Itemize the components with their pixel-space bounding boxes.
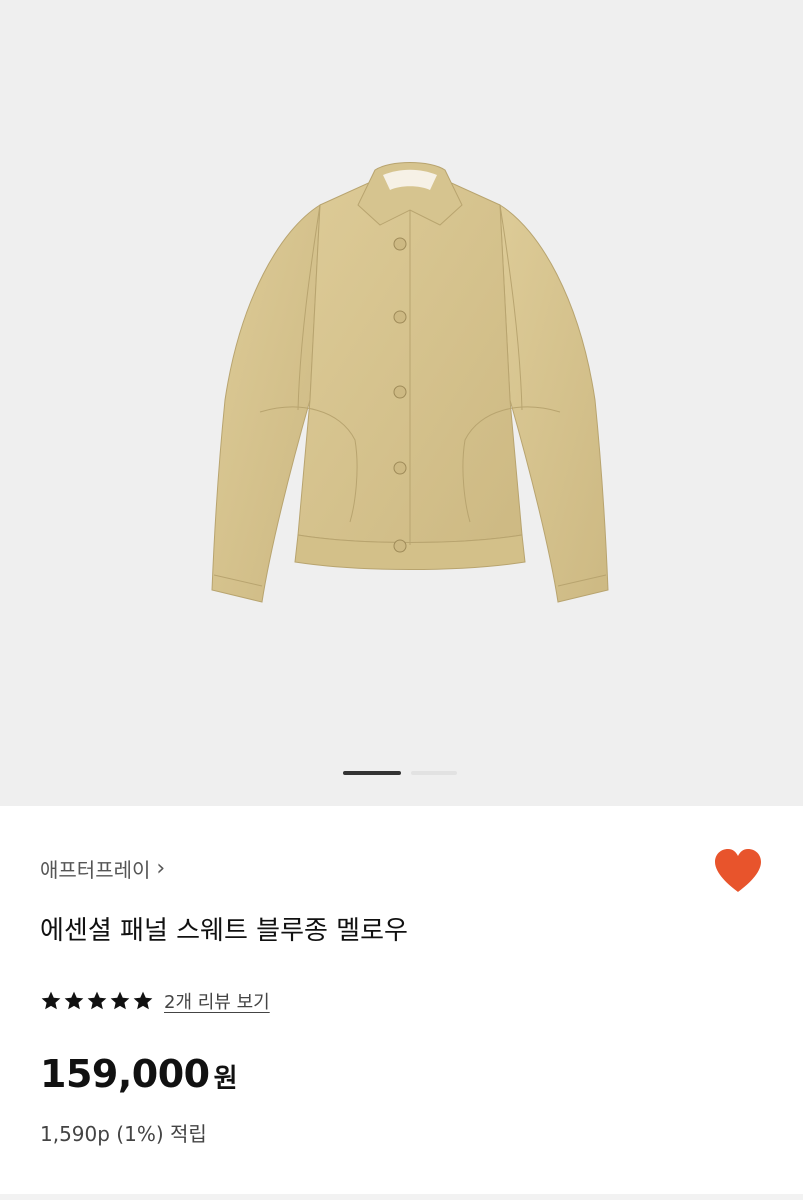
price-unit: 원 bbox=[213, 1064, 238, 1094]
price-amount: 159,000 bbox=[40, 1052, 210, 1096]
section-divider bbox=[0, 1194, 803, 1200]
review-link[interactable]: 2개 리뷰 보기 bbox=[164, 988, 270, 1014]
star-icon bbox=[133, 991, 153, 1010]
reward-points: 1,590p (1%) 적립 bbox=[40, 1122, 207, 1146]
gallery-pager bbox=[343, 771, 457, 775]
pager-dot-active[interactable] bbox=[343, 771, 401, 775]
brand-link[interactable]: 애프터프레이 › bbox=[40, 854, 165, 883]
product-image-gallery[interactable] bbox=[0, 0, 803, 806]
star-icon bbox=[64, 991, 84, 1010]
pager-dot[interactable] bbox=[411, 771, 457, 775]
product-title: 에센셜 패널 스웨트 블루종 멜로우 bbox=[40, 916, 408, 946]
product-image bbox=[211, 162, 609, 603]
star-icon bbox=[110, 991, 130, 1010]
rating-row: 2개 리뷰 보기 bbox=[40, 988, 270, 1014]
brand-name: 애프터프레이 bbox=[40, 858, 151, 882]
heart-icon[interactable] bbox=[713, 848, 763, 894]
product-info: 애프터프레이 › 에센셜 패널 스웨트 블루종 멜로우 2개 리뷰 보기 159… bbox=[0, 806, 803, 1200]
price: 159,000 원 bbox=[40, 1052, 238, 1096]
star-rating bbox=[40, 990, 154, 1012]
star-icon bbox=[41, 991, 61, 1010]
chevron-right-icon: › bbox=[156, 855, 166, 881]
star-icon bbox=[87, 991, 107, 1010]
